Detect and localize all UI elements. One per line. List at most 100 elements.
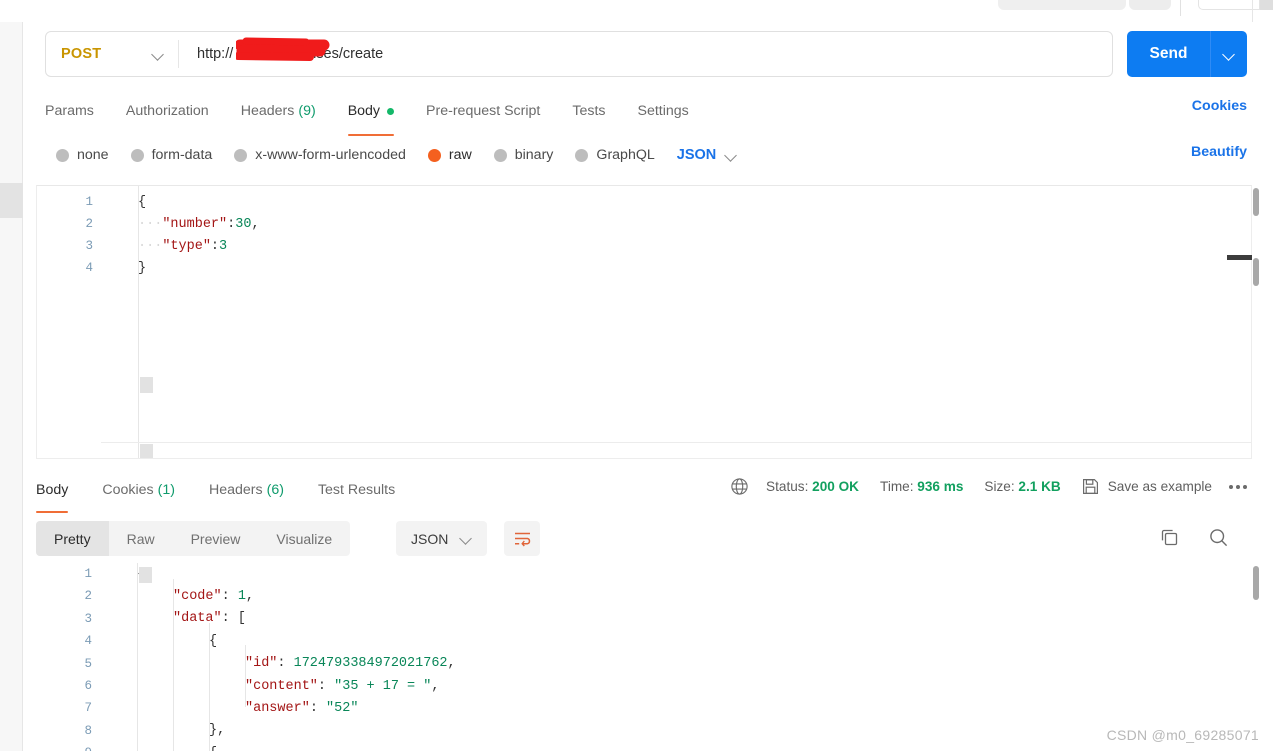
- body-type-raw[interactable]: raw: [427, 147, 472, 163]
- top-chrome-right-separator: [1252, 0, 1253, 22]
- code-line: 6 "content": "35 + 17 = ",: [36, 675, 1252, 697]
- code-token: 3: [219, 238, 228, 254]
- beautify-link[interactable]: Beautify: [1191, 144, 1247, 160]
- raw-format-dropdown[interactable]: JSON: [677, 147, 738, 163]
- fold-marker-open[interactable]: [139, 567, 152, 583]
- line-number: 5: [84, 656, 92, 671]
- code-content: }: [138, 261, 146, 276]
- body-type-form-data[interactable]: form-data: [130, 147, 213, 163]
- request-tab-pre-request-script[interactable]: Pre-request Script: [410, 95, 556, 127]
- body-type-label: form-data: [151, 147, 213, 163]
- body-type-radio-group: none form-data x-www-form-urlencoded raw bin…: [56, 142, 737, 168]
- code-token: 1: [237, 588, 246, 604]
- send-options-button[interactable]: [1211, 31, 1247, 77]
- response-vertical-scrollbar[interactable]: [1253, 566, 1259, 600]
- format-tab-pretty[interactable]: Pretty: [36, 521, 109, 556]
- response-tab-test-results[interactable]: Test Results: [301, 475, 412, 505]
- code-token: },: [209, 723, 226, 739]
- body-type-GraphQL[interactable]: GraphQL: [575, 147, 655, 163]
- dot: [1229, 484, 1233, 489]
- request-body-editor[interactable]: 1{2 ···"number":30, 3 ···"type":3 4}: [36, 185, 1252, 459]
- time-value: 936 ms: [917, 479, 964, 494]
- code-token: 1724793384972021762: [293, 656, 448, 672]
- body-type-binary[interactable]: binary: [493, 147, 554, 163]
- code-line: 9{: [36, 742, 1252, 751]
- request-tab-settings[interactable]: Settings: [622, 95, 705, 127]
- url-input-wrapper[interactable]: http:// :8080/exercises/create: [179, 32, 1112, 76]
- search-response-button[interactable]: [1208, 527, 1229, 553]
- response-tab-cookies[interactable]: Cookies (1): [85, 475, 192, 505]
- request-editor-vertical-scrollbar[interactable]: [1253, 188, 1259, 216]
- format-tab-preview[interactable]: Preview: [173, 521, 259, 556]
- body-type-x-www-form-urlencoded[interactable]: x-www-form-urlencoded: [234, 147, 406, 163]
- code-token: :: [309, 700, 327, 716]
- code-line: 4{: [36, 630, 1252, 652]
- request-editor-horizontal-scrollbar[interactable]: [1227, 255, 1252, 260]
- wrap-text-icon: [514, 532, 530, 547]
- url-input[interactable]: http:// :8080/exercises/create: [197, 46, 383, 62]
- response-tab-body[interactable]: Body: [36, 475, 85, 513]
- code-token: ,: [245, 588, 255, 604]
- line-number: 2: [85, 217, 93, 231]
- code-token: ···: [138, 216, 163, 232]
- response-more-options-button[interactable]: [1229, 484, 1247, 489]
- response-body-viewer[interactable]: 1{2"code": 1,3"data": [4{5"id": 17247933…: [36, 563, 1252, 751]
- raw-format-label: JSON: [676, 147, 717, 163]
- top-chrome-pill-1: [998, 0, 1126, 10]
- top-chrome-separator: [1180, 0, 1181, 16]
- request-tab-tests[interactable]: Tests: [556, 95, 621, 127]
- code-content: },: [209, 723, 225, 738]
- code-token: {: [209, 746, 217, 751]
- status-value: 200 OK: [812, 479, 860, 494]
- format-tab-raw[interactable]: Raw: [109, 521, 173, 556]
- cookies-link[interactable]: Cookies: [1192, 98, 1247, 114]
- format-tab-visualize[interactable]: Visualize: [258, 521, 350, 556]
- tab-count: (1): [157, 482, 175, 498]
- code-token: "answer": [245, 700, 310, 716]
- fold-marker-open[interactable]: [140, 377, 153, 393]
- tab-label: Body: [36, 482, 69, 498]
- code-token: ,: [447, 656, 456, 672]
- save-as-example-button[interactable]: Save as example: [1082, 478, 1212, 495]
- request-tab-headers[interactable]: Headers (9): [225, 95, 332, 127]
- body-type-label: x-www-form-urlencoded: [255, 147, 406, 163]
- code-content: "content": "35 + 17 = ",: [245, 679, 439, 694]
- wrap-lines-button[interactable]: [504, 521, 540, 556]
- send-button-group[interactable]: Send: [1127, 31, 1247, 77]
- code-token: "52": [326, 700, 359, 716]
- line-number: 6: [84, 679, 92, 693]
- tab-label: Cookies: [102, 482, 154, 498]
- radio-icon: [56, 148, 69, 162]
- response-language-label: JSON: [411, 530, 449, 547]
- globe-icon: [731, 478, 748, 495]
- tab-label: Headers: [208, 482, 263, 498]
- request-tab-authorization[interactable]: Authorization: [110, 95, 225, 127]
- body-type-label: binary: [514, 147, 554, 163]
- line-number: 4: [85, 261, 93, 275]
- response-language-dropdown[interactable]: JSON: [396, 521, 488, 556]
- code-content: {: [209, 746, 217, 751]
- code-token: "id": [245, 656, 278, 672]
- tab-label: Body: [347, 103, 381, 119]
- http-method-dropdown[interactable]: POST: [46, 32, 178, 76]
- tab-count: (6): [266, 482, 284, 498]
- request-tab-body[interactable]: Body: [332, 95, 410, 136]
- line-number: 1: [84, 567, 92, 581]
- body-type-none[interactable]: none: [56, 147, 109, 163]
- send-button[interactable]: Send: [1127, 31, 1210, 77]
- code-token: "number": [162, 216, 228, 232]
- time-group: Time: 936 ms: [880, 479, 963, 494]
- response-tab-headers[interactable]: Headers (6): [192, 475, 301, 505]
- request-tab-params[interactable]: Params: [45, 95, 110, 127]
- code-token: ···: [138, 238, 163, 254]
- copy-response-button[interactable]: [1159, 527, 1180, 553]
- request-editor-vertical-scrollbar-2[interactable]: [1253, 258, 1259, 286]
- fold-marker-close[interactable]: [140, 444, 153, 458]
- chevron-down-icon: [153, 49, 164, 60]
- code-token: "type": [162, 238, 211, 254]
- sidebar-active-block: [0, 183, 23, 218]
- line-number: 3: [85, 239, 93, 253]
- chevron-down-icon: [1224, 49, 1235, 60]
- radio-icon: [493, 148, 507, 162]
- unsaved-indicator-dot: [387, 107, 395, 115]
